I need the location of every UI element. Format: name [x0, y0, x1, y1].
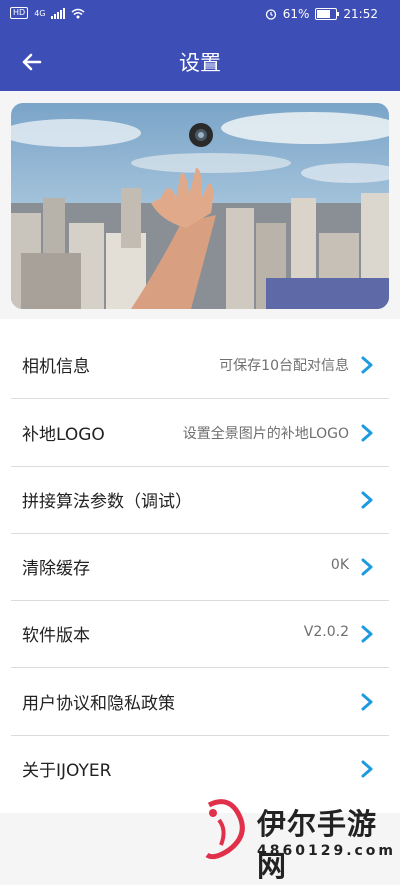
- banner-image: [11, 103, 389, 309]
- settings-item-label: 补地LOGO: [22, 425, 105, 445]
- settings-item-value: V2.0.2: [303, 624, 349, 640]
- settings-item-label: 用户协议和隐私政策: [22, 694, 175, 714]
- settings-item-label: 相机信息: [22, 357, 90, 377]
- chevron-right-icon: [361, 625, 373, 643]
- app-bar: HD 4G 61% 21:52 设置: [0, 0, 400, 91]
- settings-item-label: 拼接算法参数（调试）: [22, 492, 192, 512]
- settings-item-value: 0K: [330, 557, 349, 573]
- chevron-right-icon: [361, 424, 373, 442]
- chevron-right-icon: [361, 558, 373, 576]
- settings-item-privacy-policy[interactable]: 用户协议和隐私政策: [11, 668, 389, 736]
- settings-list: 相机信息 可保存10台配对信息 补地LOGO 设置全景图片的补地LOGO 拼接算…: [0, 319, 400, 813]
- settings-item-app-version[interactable]: 软件版本 V2.0.2: [11, 600, 389, 668]
- settings-item-label: 清除缓存: [22, 559, 90, 579]
- status-bar: HD 4G 61% 21:52: [0, 0, 400, 30]
- clock: 21:52: [343, 7, 378, 21]
- settings-item-ground-logo[interactable]: 补地LOGO 设置全景图片的补地LOGO: [11, 399, 389, 467]
- wifi-icon: [72, 8, 85, 18]
- settings-item-label: 关于IJOYER: [22, 761, 112, 781]
- chevron-right-icon: [361, 491, 373, 509]
- chevron-right-icon: [361, 356, 373, 374]
- chevron-right-icon: [361, 693, 373, 711]
- signal-icon: [51, 7, 66, 19]
- watermark-site: 4860129.com: [257, 843, 397, 859]
- battery-percent: 61%: [282, 7, 310, 21]
- settings-item-value: 设置全景图片的补地LOGO: [182, 426, 349, 442]
- settings-item-clear-cache[interactable]: 清除缓存 0K: [11, 533, 389, 601]
- settings-item-about[interactable]: 关于IJOYER: [11, 735, 389, 802]
- settings-item-camera-info[interactable]: 相机信息 可保存10台配对信息: [11, 331, 389, 399]
- settings-item-label: 软件版本: [22, 626, 90, 646]
- settings-item-stitch-params[interactable]: 拼接算法参数（调试）: [11, 466, 389, 534]
- battery-icon: [315, 8, 340, 20]
- watermark: 伊尔手游网 4860129.com: [199, 795, 400, 883]
- watermark-logo-icon: [205, 799, 245, 860]
- settings-item-value: 可保存10台配对信息: [219, 358, 349, 374]
- network-type: 4G: [34, 8, 46, 18]
- hd-indicator: HD: [10, 7, 29, 19]
- chevron-right-icon: [361, 760, 373, 778]
- page-title: 设置: [179, 51, 221, 75]
- alarm-icon: [265, 9, 276, 20]
